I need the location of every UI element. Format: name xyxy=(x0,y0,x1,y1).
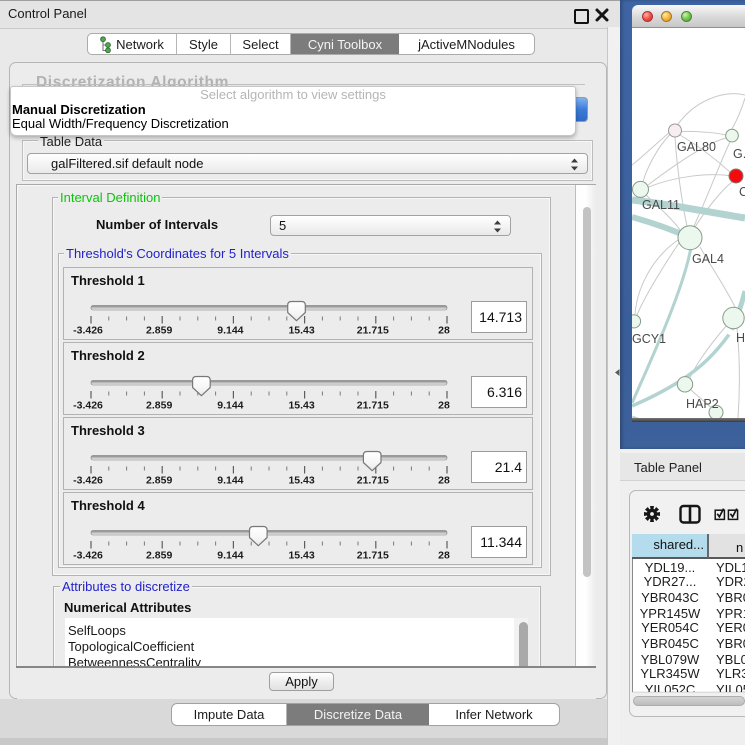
svg-text:28: 28 xyxy=(438,550,450,562)
svg-text:21.715: 21.715 xyxy=(357,475,389,487)
svg-text:G.: G. xyxy=(733,147,745,161)
svg-text:C: C xyxy=(739,185,745,199)
svg-text:15.43: 15.43 xyxy=(288,400,314,412)
svg-text:21.715: 21.715 xyxy=(357,550,389,562)
svg-text:GAL80: GAL80 xyxy=(677,140,716,154)
svg-text:9.144: 9.144 xyxy=(217,475,243,487)
svg-text:2.859: 2.859 xyxy=(146,325,172,337)
svg-text:9.144: 9.144 xyxy=(217,325,243,337)
svg-text:28: 28 xyxy=(438,400,450,412)
svg-text:GAL11: GAL11 xyxy=(642,198,680,212)
svg-text:21.715: 21.715 xyxy=(357,400,389,412)
svg-text:15.43: 15.43 xyxy=(288,475,314,487)
svg-text:HAP2: HAP2 xyxy=(686,397,719,411)
svg-text:15.43: 15.43 xyxy=(288,550,314,562)
svg-text:9.144: 9.144 xyxy=(217,550,243,562)
svg-text:-3.426: -3.426 xyxy=(73,550,103,562)
svg-text:15.43: 15.43 xyxy=(288,325,314,337)
svg-text:GCY1: GCY1 xyxy=(632,332,666,346)
svg-text:2.859: 2.859 xyxy=(146,400,172,412)
svg-text:2.859: 2.859 xyxy=(146,550,172,562)
svg-text:2.859: 2.859 xyxy=(146,475,172,487)
svg-text:28: 28 xyxy=(438,475,450,487)
svg-text:-3.426: -3.426 xyxy=(73,325,103,337)
svg-text:-3.426: -3.426 xyxy=(73,400,103,412)
svg-text:GAL4: GAL4 xyxy=(692,252,724,266)
svg-text:28: 28 xyxy=(438,325,450,337)
svg-text:-3.426: -3.426 xyxy=(73,475,103,487)
svg-text:21.715: 21.715 xyxy=(357,325,389,337)
svg-text:H: H xyxy=(736,331,745,345)
svg-text:9.144: 9.144 xyxy=(217,400,243,412)
